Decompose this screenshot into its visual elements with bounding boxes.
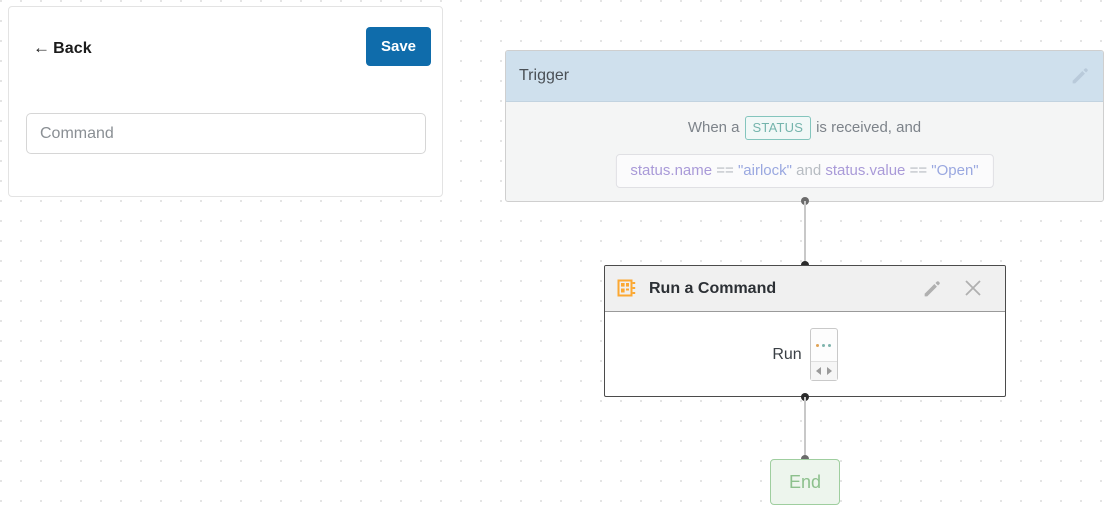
pencil-icon[interactable] xyxy=(1069,65,1091,87)
command-input[interactable] xyxy=(26,113,426,154)
workflow-editor-canvas[interactable]: ←Back Save Trigger When aSTATUSis receiv… xyxy=(0,0,1118,519)
chevron-left-icon[interactable] xyxy=(815,367,821,375)
chevron-right-icon[interactable] xyxy=(826,367,832,375)
dot-3 xyxy=(828,343,832,347)
back-button-label: Back xyxy=(53,40,92,57)
expr-identifier-2: status.value xyxy=(825,162,906,179)
trigger-sentence-suffix: is received, and xyxy=(816,118,922,136)
stepper-arrows xyxy=(810,361,837,380)
back-button[interactable]: ← Back xyxy=(33,38,92,58)
run-command-node[interactable]: Run a Command Run xyxy=(604,265,1006,397)
close-icon[interactable] xyxy=(963,278,983,298)
trigger-expression-field[interactable]: status.name == "airlock" and status.valu… xyxy=(615,154,994,188)
back-arrow-icon: ← xyxy=(33,38,51,57)
expr-conjunction: and xyxy=(796,162,822,179)
editor-toolbar: ← Back Save xyxy=(9,7,442,73)
save-button[interactable]: Save xyxy=(366,27,431,66)
expr-string-2: "Open" xyxy=(931,162,979,179)
run-command-node-title: Run a Command xyxy=(649,280,777,297)
trigger-sentence-prefix: When a xyxy=(687,118,740,136)
run-command-node-body: Run xyxy=(605,312,1005,396)
trigger-node-header: Trigger xyxy=(506,51,1103,102)
expr-identifier-1: status.name xyxy=(630,162,713,179)
connector-line-command-end xyxy=(804,397,806,459)
end-node-label: End xyxy=(788,471,822,492)
connector-line-trigger-command xyxy=(804,201,806,265)
run-row: Run xyxy=(605,312,1005,396)
stepper-placeholder-dots xyxy=(811,329,837,361)
end-node[interactable]: End xyxy=(770,459,840,505)
expr-operator-1: == xyxy=(716,162,734,179)
dot-2 xyxy=(822,343,826,347)
expr-operator-2: == xyxy=(909,162,928,179)
trigger-node[interactable]: Trigger When a STATUS is received, and sta… xyxy=(505,50,1104,202)
expr-string-1: "airlock" xyxy=(737,162,792,179)
trigger-node-title: Trigger xyxy=(519,67,570,84)
trigger-sentence: When a STATUS is received, and xyxy=(506,116,1103,140)
run-command-node-header: Run a Command xyxy=(605,266,1005,312)
dot-1 xyxy=(816,343,820,347)
command-selector-stepper[interactable] xyxy=(809,328,838,381)
command-editor-panel: ← Back Save xyxy=(8,6,443,197)
command-panel-icon xyxy=(617,278,637,298)
run-label: Run xyxy=(772,345,802,363)
status-chip[interactable]: STATUS xyxy=(744,116,812,140)
trigger-node-body: When a STATUS is received, and status.name… xyxy=(506,102,1103,201)
pencil-icon[interactable] xyxy=(921,278,943,300)
